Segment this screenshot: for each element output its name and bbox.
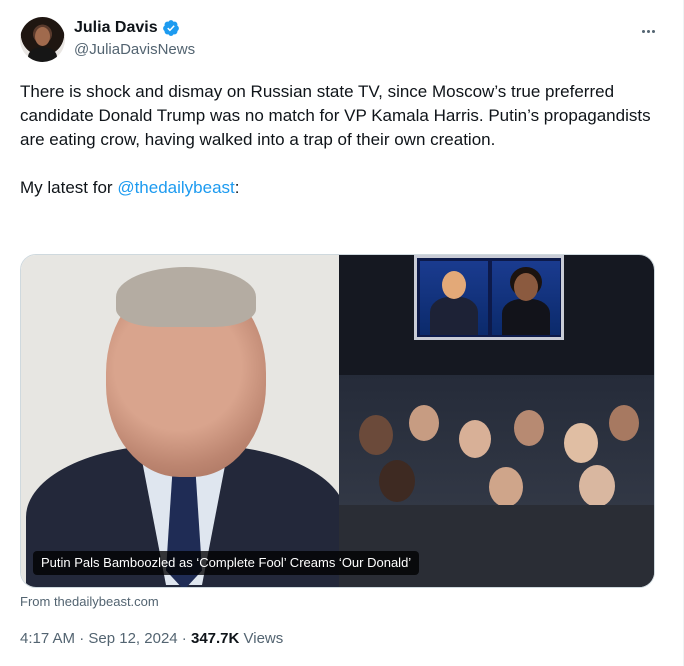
views-label: Views xyxy=(239,630,284,647)
debate-screen xyxy=(414,255,564,340)
tweet-time[interactable]: 4:17 AM xyxy=(20,630,75,647)
latest-prefix: My latest for xyxy=(20,178,118,197)
tweet-header: Julia Davis @JuliaDavisNews xyxy=(20,17,660,65)
card-source[interactable]: From thedailybeast.com xyxy=(20,594,159,609)
author-name-line: Julia Davis xyxy=(74,19,180,37)
link-card[interactable]: Putin Pals Bamboozled as ‘Complete Fool’… xyxy=(20,254,655,588)
tweet-text: There is shock and dismay on Russian sta… xyxy=(20,80,665,200)
author-display-name[interactable]: Julia Davis xyxy=(74,19,158,37)
card-image-right xyxy=(339,255,654,587)
author-handle[interactable]: @JuliaDavisNews xyxy=(74,41,195,58)
avatar[interactable] xyxy=(20,17,65,62)
views-count[interactable]: 347.7K xyxy=(191,630,239,647)
tweet-date[interactable]: Sep 12, 2024 xyxy=(88,630,177,647)
verified-badge-icon xyxy=(162,19,180,37)
tweet-paragraph: There is shock and dismay on Russian sta… xyxy=(20,82,651,149)
tweet: Julia Davis @JuliaDavisNews There is sho… xyxy=(0,0,684,666)
card-caption: Putin Pals Bamboozled as ‘Complete Fool’… xyxy=(33,551,420,575)
meta-separator: · xyxy=(75,630,89,647)
meta-separator: · xyxy=(177,630,191,647)
latest-suffix: : xyxy=(234,178,240,197)
more-options-icon[interactable] xyxy=(636,19,660,43)
mention-link[interactable]: @thedailybeast xyxy=(117,178,234,197)
tweet-meta: 4:17 AM · Sep 12, 2024 · 347.7K Views xyxy=(20,630,283,647)
tweet-paragraph-latest: My latest for @thedailybeast: xyxy=(20,176,665,200)
card-image-left xyxy=(21,255,339,587)
